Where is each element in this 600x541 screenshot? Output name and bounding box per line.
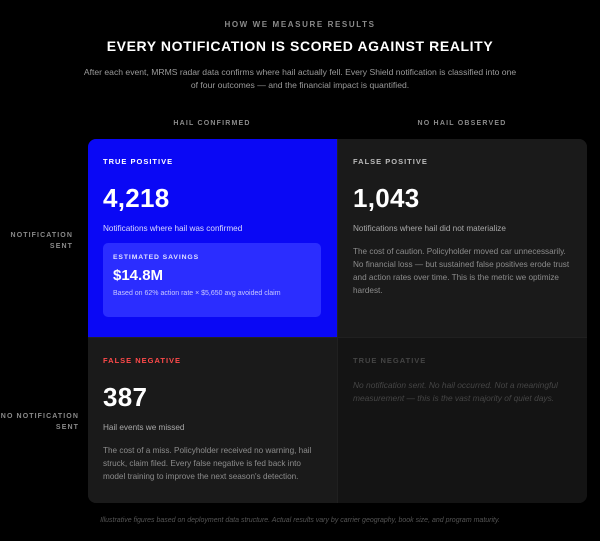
true-negative-label: TRUE NEGATIVE bbox=[353, 356, 427, 365]
false-negative-caption: Hail events we missed bbox=[103, 423, 185, 432]
row-header-line: SENT bbox=[49, 243, 73, 250]
false-negative-value: 387 bbox=[103, 382, 148, 412]
row-header-line: NO NOTIFICATION bbox=[0, 413, 79, 420]
column-header-hail-confirmed: HAIL CONFIRMED bbox=[173, 120, 251, 127]
true-positive-label: TRUE POSITIVE bbox=[103, 157, 174, 166]
false-negative-label: FALSE NEGATIVE bbox=[103, 356, 182, 365]
false-positive-body: The cost of caution. Policyholder moved … bbox=[353, 247, 570, 295]
row-header-notification-sent: NOTIFICATION SENT bbox=[11, 230, 73, 252]
row-header-line: NOTIFICATION bbox=[10, 232, 73, 239]
estimated-savings-box: ESTIMATED SAVINGS $14.8M Based on 62% ac… bbox=[103, 243, 321, 317]
false-positive-caption: Notifications where hail did not materia… bbox=[353, 224, 506, 233]
true-negative-body: No notification sent. No hail occurred. … bbox=[353, 380, 558, 403]
savings-value: $14.8M bbox=[113, 267, 164, 284]
confusion-matrix: TRUE POSITIVE 4,218 Notifications where … bbox=[88, 139, 587, 503]
page-description: After each event, MRMS radar data confir… bbox=[83, 67, 517, 90]
false-negative-card: FALSE NEGATIVE 387 Hail events we missed… bbox=[88, 337, 337, 503]
row-header-line: SENT bbox=[55, 424, 79, 431]
footnote: Illustrative figures based on deployment… bbox=[100, 517, 500, 524]
eyebrow-label: HOW WE MEASURE RESULTS bbox=[224, 20, 376, 29]
column-header-no-hail-observed: NO HAIL OBSERVED bbox=[417, 120, 507, 127]
row-header-no-notification-sent: NO NOTIFICATION SENT bbox=[1, 411, 79, 433]
false-negative-body: The cost of a miss. Policyholder receive… bbox=[103, 446, 312, 481]
page-title: EVERY NOTIFICATION IS SCORED AGAINST REA… bbox=[106, 38, 494, 54]
true-negative-card: TRUE NEGATIVE No notification sent. No h… bbox=[337, 337, 587, 503]
savings-label: ESTIMATED SAVINGS bbox=[113, 254, 200, 261]
false-positive-label: FALSE POSITIVE bbox=[353, 157, 428, 166]
true-positive-caption: Notifications where hail was confirmed bbox=[103, 224, 243, 233]
savings-note: Based on 62% action rate × $5,650 avg av… bbox=[113, 290, 281, 297]
true-positive-value: 4,218 bbox=[103, 183, 170, 213]
false-positive-card: FALSE POSITIVE 1,043 Notifications where… bbox=[337, 139, 587, 337]
true-positive-card: TRUE POSITIVE 4,218 Notifications where … bbox=[88, 139, 337, 337]
false-positive-value: 1,043 bbox=[353, 183, 420, 213]
